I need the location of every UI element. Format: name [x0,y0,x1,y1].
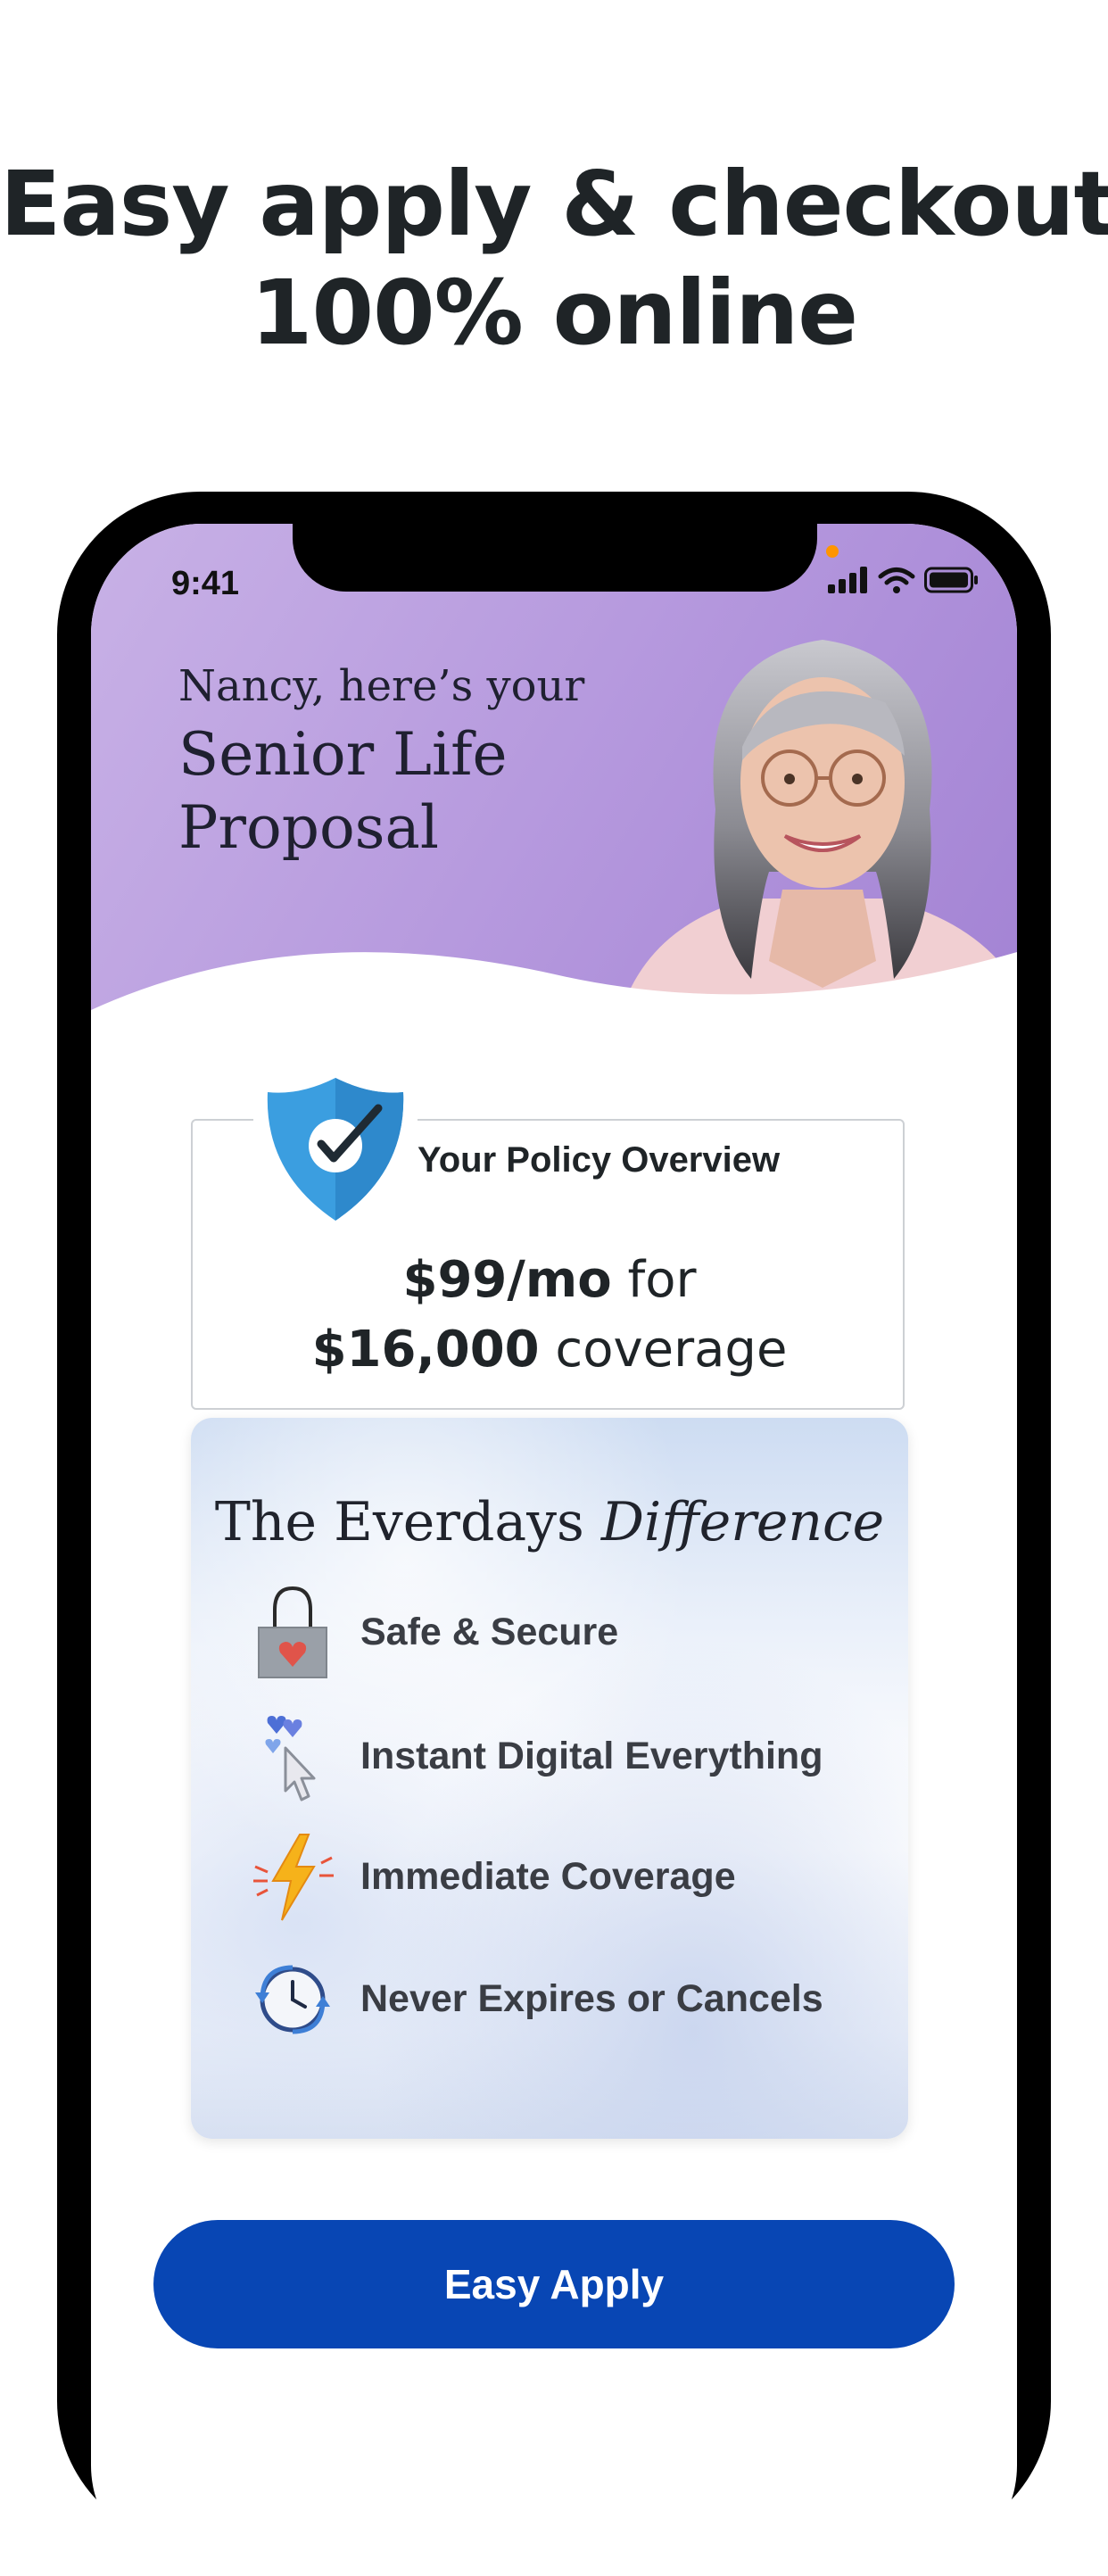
shield-check-icon [253,1073,418,1226]
status-time: 9:41 [171,565,240,602]
hero-title: Senior Life Proposal [178,718,584,865]
everdays-difference-card: The Everdays Difference Safe & Secure In… [191,1418,908,2139]
phone-frame: 9:41 Nancy, here’s your Senior Life Prop… [57,492,1051,2576]
policy-overview-card: Your Policy Overview $99/mo for $16,000 … [191,1073,908,1410]
status-icons [828,567,980,593]
marketing-headline: Easy apply & checkout 100% online [0,150,1108,368]
phone-screen: 9:41 Nancy, here’s your Senior Life Prop… [91,524,1017,2576]
lightning-bolt-icon [253,1834,334,1921]
headline-line-1: Easy apply & checkout [0,152,1108,256]
policy-premium-line: $99/mo for [191,1251,908,1309]
hero-greeting: Nancy, here’s your [178,661,585,711]
privacy-indicator-dot [826,545,839,558]
difference-title-italic: Difference [600,1491,885,1553]
policy-premium: $99/mo [402,1251,612,1309]
difference-label-coverage: Immediate Coverage [360,1854,736,1898]
difference-title-regular: The Everdays [214,1491,601,1553]
difference-title: The Everdays Difference [191,1491,908,1553]
difference-item-safe: Safe & Secure [250,1583,892,1681]
hero-title-line-1: Senior Life [178,720,508,789]
headline-line-2: 100% online [250,261,858,365]
padlock-heart-icon [258,1586,327,1678]
signal-icon [828,567,867,593]
policy-coverage: $16,000 [311,1321,540,1379]
hero-text: Nancy, here’s your Senior Life Proposal [178,658,584,865]
hero-title-line-2: Proposal [178,793,440,862]
phone-notch [293,524,817,592]
difference-item-expires: Never Expires or Cancels [250,1950,892,2048]
difference-label-expires: Never Expires or Cancels [360,1976,823,2020]
difference-label-digital: Instant Digital Everything [360,1734,823,1777]
wifi-icon [878,567,915,593]
policy-overview-title: Your Policy Overview [418,1140,790,1180]
policy-coverage-line: $16,000 coverage [191,1321,908,1379]
hearts-cursor-icon [265,1716,316,1802]
clock-renew-icon [255,1965,330,2034]
battery-icon [924,567,978,593]
policy-coverage-suffix: coverage [539,1321,788,1379]
hero-wave-divider [91,952,1017,1068]
policy-premium-suffix: for [611,1251,697,1309]
difference-label-safe: Safe & Secure [360,1610,619,1653]
difference-item-digital: Instant Digital Everything [250,1707,892,1805]
difference-item-coverage: Immediate Coverage [250,1827,892,1926]
easy-apply-button[interactable]: Easy Apply [153,2220,955,2348]
